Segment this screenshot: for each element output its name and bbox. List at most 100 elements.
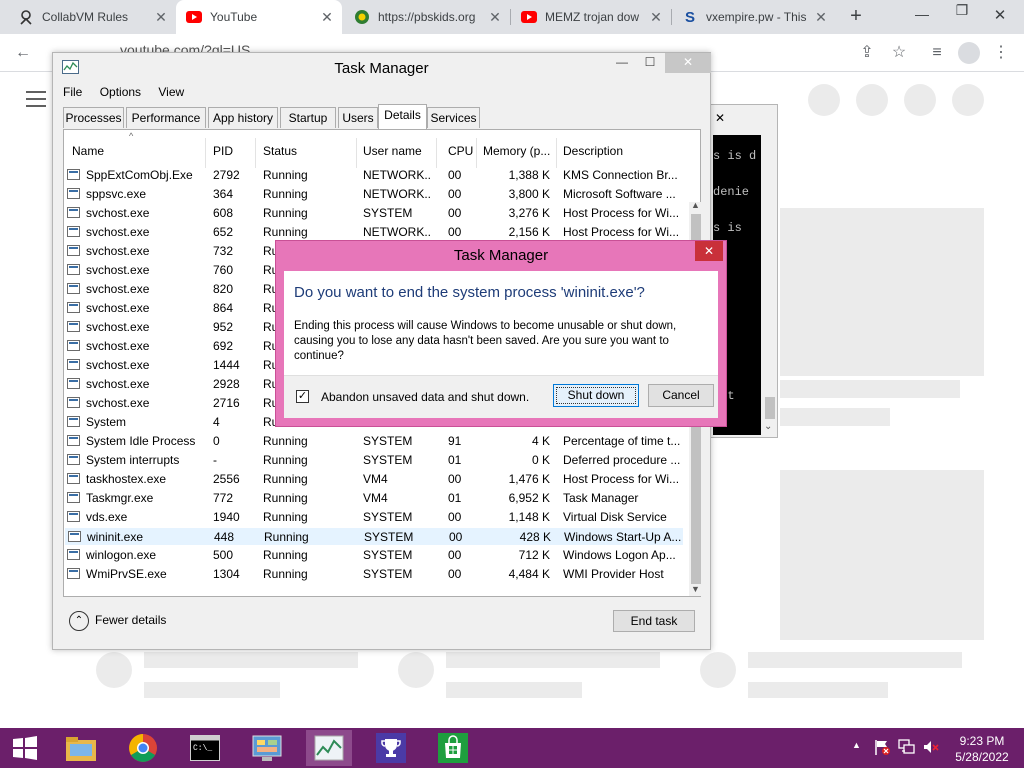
cell-user: SYSTEM bbox=[363, 434, 413, 448]
close-window-icon[interactable]: ✕ bbox=[990, 6, 1010, 26]
tab-performance[interactable]: Performance bbox=[126, 107, 206, 128]
menu-options[interactable]: Options bbox=[100, 85, 141, 99]
placeholder-circle bbox=[856, 84, 888, 116]
cell-name: wininit.exe bbox=[87, 530, 144, 544]
cell-user: SYSTEM bbox=[363, 567, 413, 581]
cell-status: Running bbox=[263, 434, 308, 448]
close-tab-icon[interactable]: ✕ bbox=[486, 9, 504, 26]
start-button[interactable] bbox=[0, 730, 50, 766]
table-row[interactable]: sppsvc.exe 364 Running NETWORK... 00 3,800 K M… bbox=[64, 185, 684, 204]
browser-tab-vxempire[interactable]: S vxempire.pw - This ✕ bbox=[672, 0, 836, 34]
table-row[interactable]: Taskmgr.exe 772 Running VM4 01 6,952 K Task Ma… bbox=[64, 489, 684, 508]
column-header-name[interactable]: Name bbox=[72, 144, 104, 158]
profile-avatar[interactable] bbox=[958, 42, 980, 64]
file-explorer-icon[interactable] bbox=[58, 730, 104, 766]
browser-tab-youtube[interactable]: YouTube ✕ bbox=[176, 0, 342, 34]
cell-mem: 2,156 K bbox=[508, 225, 550, 239]
table-row[interactable]: SppExtComObj.Exe 2792 Running NETWORK... 00 1… bbox=[64, 166, 684, 185]
close-tab-icon[interactable]: ✕ bbox=[647, 9, 665, 26]
cmd-line: s is d bbox=[713, 149, 757, 163]
fewer-details-link[interactable]: Fewer details bbox=[95, 613, 166, 627]
cell-pid: 2928 bbox=[213, 377, 240, 391]
restore-icon[interactable]: ❐ bbox=[952, 2, 972, 22]
cell-pid: 2792 bbox=[213, 168, 240, 182]
table-row[interactable]: winlogon.exe 500 Running SYSTEM 00 712 K Windo… bbox=[64, 546, 684, 565]
column-header-cpu[interactable]: CPU bbox=[448, 144, 473, 158]
dialog-close-icon[interactable]: ✕ bbox=[695, 241, 723, 261]
dialog-footer: ✓ Abandon unsaved data and shut down. Sh… bbox=[284, 375, 718, 418]
close-tab-icon[interactable]: ✕ bbox=[812, 9, 830, 26]
table-row[interactable]: wininit.exe 448 Running SYSTEM 00 428 K Window… bbox=[64, 527, 684, 546]
back-icon[interactable]: ← bbox=[12, 42, 34, 64]
network-icon[interactable] bbox=[898, 738, 916, 756]
table-row[interactable]: svchost.exe 608 Running SYSTEM 00 3,276 K Host… bbox=[64, 204, 684, 223]
close-tab-icon[interactable]: ✕ bbox=[152, 9, 170, 26]
clock-date[interactable]: 5/28/2022 bbox=[950, 750, 1014, 764]
clock-time[interactable]: 9:23 PM bbox=[950, 734, 1014, 748]
trophy-icon[interactable] bbox=[368, 730, 414, 766]
chrome-icon[interactable] bbox=[120, 730, 166, 766]
cell-status: Running bbox=[263, 510, 308, 524]
tab-startup[interactable]: Startup bbox=[280, 107, 336, 128]
tab-app-history[interactable]: App history bbox=[208, 107, 278, 128]
browser-tab-pbskids[interactable]: https://pbskids.org ✕ bbox=[344, 0, 510, 34]
cell-pid: 732 bbox=[213, 244, 234, 258]
column-header-status[interactable]: Status bbox=[263, 144, 297, 158]
cell-status: Running bbox=[263, 187, 308, 201]
reading-list-icon[interactable]: ≡ bbox=[926, 42, 948, 64]
store-icon[interactable] bbox=[430, 730, 476, 766]
tab-processes[interactable]: Processes bbox=[63, 107, 124, 128]
chevron-up-icon[interactable]: ⌃ bbox=[69, 611, 89, 631]
table-row[interactable]: System interrupts - Running SYSTEM 01 0 K Defe… bbox=[64, 451, 684, 470]
new-tab-button[interactable]: + bbox=[845, 6, 867, 28]
cell-desc: Deferred procedure ... bbox=[563, 453, 681, 467]
cell-cpu: 01 bbox=[448, 453, 462, 467]
cell-name: vds.exe bbox=[86, 510, 128, 524]
column-header-memory[interactable]: Memory (p... bbox=[483, 144, 550, 158]
hamburger-menu-icon[interactable] bbox=[26, 90, 46, 107]
cell-pid: 652 bbox=[213, 225, 234, 239]
shut-down-button[interactable]: Shut down bbox=[553, 384, 639, 407]
process-icon bbox=[67, 568, 80, 579]
end-task-button[interactable]: End task bbox=[613, 610, 695, 632]
table-row[interactable]: vds.exe 1940 Running SYSTEM 00 1,148 K Virtual… bbox=[64, 508, 684, 527]
more-menu-icon[interactable]: ⋮ bbox=[990, 42, 1012, 64]
browser-tab-collabvm[interactable]: CollabVM Rules ✕ bbox=[8, 0, 176, 34]
minimize-icon[interactable]: — bbox=[609, 53, 635, 73]
tab-users[interactable]: Users bbox=[338, 107, 378, 128]
show-hidden-icons-icon[interactable]: ▲ bbox=[852, 740, 861, 750]
abandon-data-checkbox[interactable]: ✓ bbox=[296, 390, 309, 403]
process-icon bbox=[67, 435, 80, 446]
column-header-user-name[interactable]: User name bbox=[363, 144, 422, 158]
menu-view[interactable]: View bbox=[158, 85, 184, 99]
close-tab-icon[interactable]: ✕ bbox=[318, 9, 336, 26]
end-process-dialog: Task Manager ✕ Do you want to end the sy… bbox=[275, 240, 727, 427]
minimize-icon[interactable]: — bbox=[912, 6, 932, 26]
bookmark-star-icon[interactable]: ☆ bbox=[888, 42, 910, 64]
column-header-pid[interactable]: PID bbox=[213, 144, 233, 158]
browser-tab-memz[interactable]: MEMZ trojan dow ✕ bbox=[511, 0, 671, 34]
cell-desc: Microsoft Software ... bbox=[563, 187, 676, 201]
task-manager-icon[interactable] bbox=[306, 730, 352, 766]
cmd-icon[interactable]: C:\_ bbox=[182, 730, 228, 766]
volume-muted-icon[interactable] bbox=[922, 738, 940, 756]
maximize-icon[interactable]: ☐ bbox=[637, 53, 663, 73]
task-manager-titlebar[interactable]: Task Manager — ☐ ✕ bbox=[53, 53, 711, 83]
action-center-flag-icon[interactable] bbox=[873, 738, 891, 756]
column-header-description[interactable]: Description bbox=[563, 144, 623, 158]
cell-desc: WMI Provider Host bbox=[563, 567, 664, 581]
control-panel-icon[interactable] bbox=[244, 730, 290, 766]
cancel-button[interactable]: Cancel bbox=[648, 384, 714, 407]
close-icon[interactable]: ✕ bbox=[665, 53, 711, 73]
tab-services[interactable]: Services bbox=[427, 107, 480, 128]
table-row[interactable]: WmiPrvSE.exe 1304 Running SYSTEM 00 4,484 K WM… bbox=[64, 565, 684, 584]
tab-details[interactable]: Details bbox=[378, 104, 427, 129]
menu-file[interactable]: File bbox=[63, 85, 82, 99]
cell-name: svchost.exe bbox=[86, 282, 150, 296]
share-icon[interactable]: ⇪ bbox=[856, 42, 878, 64]
cell-name: svchost.exe bbox=[86, 339, 150, 353]
cmd-close-icon[interactable]: ✕ bbox=[715, 111, 725, 125]
table-row[interactable]: taskhostex.exe 2556 Running VM4 00 1,476 K Hos… bbox=[64, 470, 684, 489]
cmd-scrollbar[interactable]: ⌄ bbox=[763, 135, 777, 435]
table-row[interactable]: System Idle Process 0 Running SYSTEM 91 4 K Pe… bbox=[64, 432, 684, 451]
